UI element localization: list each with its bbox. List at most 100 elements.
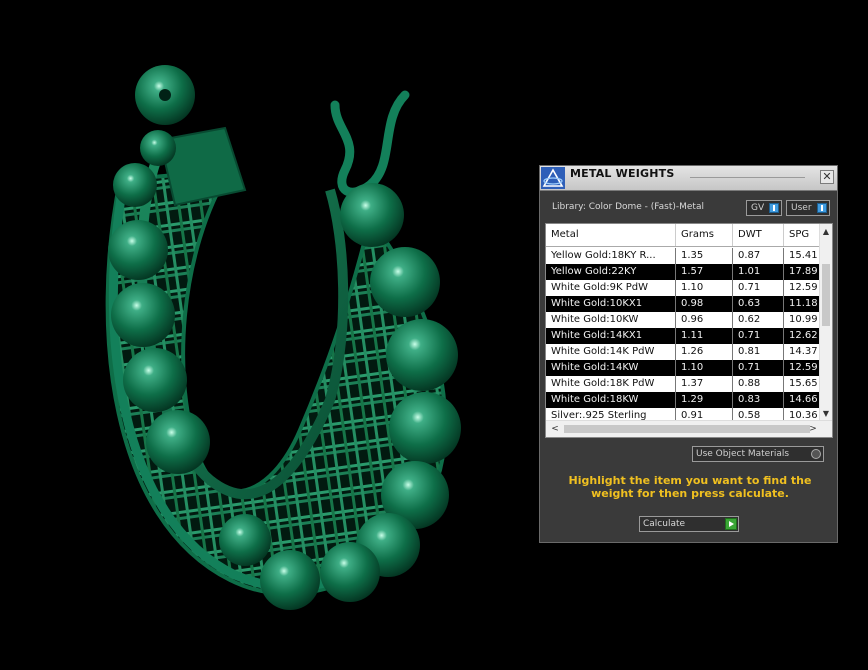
scroll-right-icon[interactable]: > [806, 421, 820, 437]
dwt-cell: 0.83 [733, 392, 784, 408]
close-icon[interactable]: ✕ [820, 170, 834, 184]
scroll-left-icon[interactable]: < [548, 421, 562, 437]
earring-pearl [108, 220, 168, 280]
spg-cell: 10.99 [784, 312, 821, 328]
column-header-dwt[interactable]: DWT [733, 224, 784, 246]
spg-cell: 14.37 [784, 344, 821, 360]
column-header-spg[interactable]: SPG [784, 224, 821, 246]
spg-cell: 17.89 [784, 264, 821, 280]
dwt-cell: 0.63 [733, 296, 784, 312]
grams-cell: 1.26 [676, 344, 733, 360]
table-row[interactable]: White Gold:9K PdW 1.10 0.71 12.59 [546, 280, 821, 296]
spg-cell: 11.18 [784, 296, 821, 312]
earring-pearl [123, 348, 187, 412]
metal-table[interactable]: Metal Grams DWT SPG Yellow Gold:18KY R..… [545, 223, 833, 438]
metal-weights-panel: METAL WEIGHTS ✕ Library: Color Dome - (F… [539, 165, 838, 543]
metal-cell: White Gold:18KW [546, 392, 676, 408]
grams-cell: 1.11 [676, 328, 733, 344]
spg-cell: 14.66 [784, 392, 821, 408]
app-logo-icon [541, 167, 565, 189]
info-icon [769, 203, 779, 213]
metal-cell: White Gold:18K PdW [546, 376, 676, 392]
vertical-scroll-thumb[interactable] [822, 264, 830, 326]
play-icon [725, 518, 737, 530]
spg-cell: 12.59 [784, 360, 821, 376]
use-object-materials-toggle[interactable]: Use Object Materials [692, 446, 824, 462]
earring-pearl [113, 163, 157, 207]
metal-cell: Yellow Gold:18KY R... [546, 248, 676, 264]
dwt-cell: 1.01 [733, 264, 784, 280]
grams-cell: 0.96 [676, 312, 733, 328]
info-icon [817, 203, 827, 213]
earring-pearl [260, 550, 320, 610]
earring-hook [330, 90, 410, 197]
dwt-cell: 0.71 [733, 280, 784, 296]
dwt-cell: 0.71 [733, 360, 784, 376]
gv-toggle[interactable]: GV [746, 200, 782, 216]
earring-loop-hole [159, 89, 171, 101]
grams-cell: 0.98 [676, 296, 733, 312]
table-row[interactable]: Yellow Gold:22KY 1.57 1.01 17.89 [546, 264, 821, 280]
use-object-materials-label: Use Object Materials [696, 449, 790, 459]
earring-pearl [111, 283, 175, 347]
dwt-cell: 0.87 [733, 248, 784, 264]
scroll-down-icon[interactable]: ▼ [820, 408, 832, 420]
horizontal-scroll-thumb[interactable] [564, 425, 810, 433]
gv-toggle-label: GV [751, 203, 765, 213]
spg-cell: 15.41 [784, 248, 821, 264]
instruction-text: Highlight the item you want to find the … [568, 474, 812, 500]
scroll-up-icon[interactable]: ▲ [820, 226, 832, 238]
table-row[interactable]: Yellow Gold:18KY R... 1.35 0.87 15.41 [546, 248, 821, 264]
panel-titlebar[interactable]: METAL WEIGHTS ✕ [540, 166, 837, 191]
grams-cell: 1.37 [676, 376, 733, 392]
metal-cell: White Gold:14K PdW [546, 344, 676, 360]
grams-cell: 1.57 [676, 264, 733, 280]
earring-pearl [320, 542, 380, 602]
table-row[interactable]: White Gold:14KX1 1.11 0.71 12.62 [546, 328, 821, 344]
table-row[interactable]: White Gold:18KW 1.29 0.83 14.66 [546, 392, 821, 408]
earring-model [105, 65, 461, 610]
metal-cell: White Gold:10KW [546, 312, 676, 328]
radio-icon [811, 449, 821, 459]
column-header-grams[interactable]: Grams [676, 224, 733, 246]
dwt-cell: 0.62 [733, 312, 784, 328]
earring-pearl [146, 410, 210, 474]
earring-pearl [389, 392, 461, 464]
dwt-cell: 0.71 [733, 328, 784, 344]
earring-pearl [370, 247, 440, 317]
user-toggle[interactable]: User [786, 200, 830, 216]
table-rows: Yellow Gold:18KY R... 1.35 0.87 15.41 Yellow… [546, 248, 821, 424]
column-header-metal[interactable]: Metal [546, 224, 676, 246]
user-toggle-label: User [791, 203, 812, 213]
metal-cell: White Gold:9K PdW [546, 280, 676, 296]
table-row[interactable]: White Gold:14K PdW 1.26 0.81 14.37 [546, 344, 821, 360]
spg-cell: 12.59 [784, 280, 821, 296]
earring-pearl [140, 130, 176, 166]
titlebar-divider [690, 177, 805, 178]
library-label: Library: Color Dome - (Fast)-Metal [552, 202, 704, 212]
metal-cell: White Gold:14KX1 [546, 328, 676, 344]
table-row[interactable]: White Gold:14KW 1.10 0.71 12.59 [546, 360, 821, 376]
table-row[interactable]: White Gold:18K PdW 1.37 0.88 15.65 [546, 376, 821, 392]
spg-cell: 12.62 [784, 328, 821, 344]
dwt-cell: 0.81 [733, 344, 784, 360]
dwt-cell: 0.88 [733, 376, 784, 392]
grams-cell: 1.35 [676, 248, 733, 264]
table-header: Metal Grams DWT SPG [546, 224, 821, 247]
calculate-button[interactable]: Calculate [639, 516, 739, 532]
earring-pearl [340, 183, 404, 247]
calculate-label: Calculate [643, 519, 686, 529]
grams-cell: 1.10 [676, 280, 733, 296]
metal-cell: White Gold:14KW [546, 360, 676, 376]
metal-cell: White Gold:10KX1 [546, 296, 676, 312]
horizontal-scrollbar[interactable]: < > [546, 420, 832, 437]
grams-cell: 1.29 [676, 392, 733, 408]
table-row[interactable]: White Gold:10KX1 0.98 0.63 11.18 [546, 296, 821, 312]
grams-cell: 1.10 [676, 360, 733, 376]
earring-pearl [386, 319, 458, 391]
metal-cell: Yellow Gold:22KY [546, 264, 676, 280]
table-row[interactable]: White Gold:10KW 0.96 0.62 10.99 [546, 312, 821, 328]
earring-pearl [219, 514, 271, 566]
vertical-scrollbar[interactable]: ▲ ▼ [819, 224, 832, 422]
spg-cell: 15.65 [784, 376, 821, 392]
